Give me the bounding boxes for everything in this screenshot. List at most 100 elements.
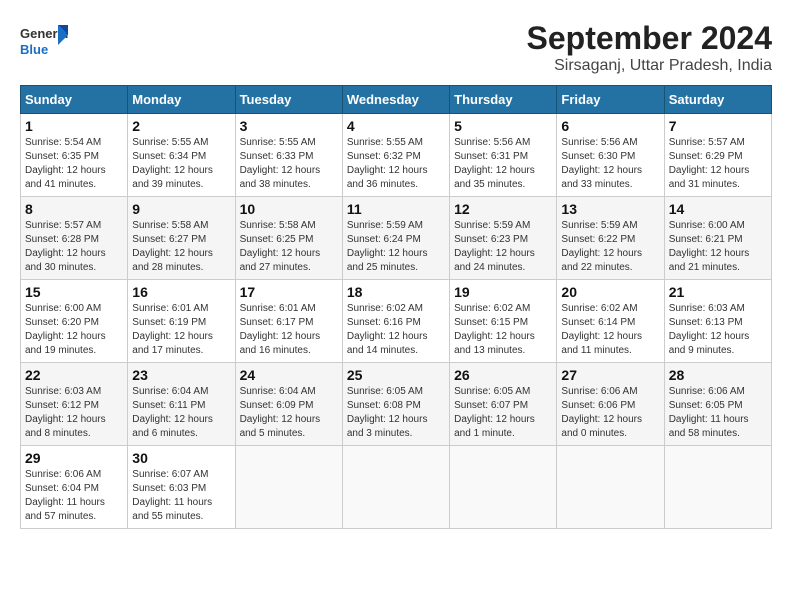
calendar-week-2: 8 Sunrise: 5:57 AMSunset: 6:28 PMDaylight… <box>21 197 772 280</box>
day-info: Sunrise: 6:03 AMSunset: 6:13 PMDaylight:… <box>669 302 767 358</box>
day-number: 22 <box>25 367 123 383</box>
calendar-cell: 29 Sunrise: 6:06 AMSunset: 6:04 PMDayligh… <box>21 446 128 529</box>
calendar-cell: 26Sunrise: 6:05 AMSunset: 6:07 PMDayligh… <box>450 363 557 446</box>
day-number: 1 <box>25 118 123 134</box>
calendar-week-1: 1 Sunrise: 5:54 AMSunset: 6:35 PMDaylight… <box>21 114 772 197</box>
day-info: Sunrise: 6:01 AMSunset: 6:17 PMDaylight:… <box>240 302 338 358</box>
day-number: 10 <box>240 201 338 217</box>
calendar-cell: 1 Sunrise: 5:54 AMSunset: 6:35 PMDaylight… <box>21 114 128 197</box>
day-info: Sunrise: 5:59 AMSunset: 6:23 PMDaylight:… <box>454 219 552 275</box>
day-info: Sunrise: 6:07 AMSunset: 6:03 PMDaylight:… <box>132 468 230 524</box>
col-header-wednesday: Wednesday <box>342 86 449 114</box>
day-number: 5 <box>454 118 552 134</box>
calendar-cell: 20 Sunrise: 6:02 AMSunset: 6:14 PMDayligh… <box>557 280 664 363</box>
day-number: 11 <box>347 201 445 217</box>
calendar-cell: 22Sunrise: 6:03 AMSunset: 6:12 PMDayligh… <box>21 363 128 446</box>
day-info: Sunrise: 6:02 AMSunset: 6:15 PMDaylight:… <box>454 302 552 358</box>
day-number: 14 <box>669 201 767 217</box>
day-info: Sunrise: 5:55 AMSunset: 6:33 PMDaylight:… <box>240 136 338 192</box>
day-number: 16 <box>132 284 230 300</box>
day-number: 21 <box>669 284 767 300</box>
day-info: Sunrise: 5:58 AMSunset: 6:27 PMDaylight:… <box>132 219 230 275</box>
day-info: Sunrise: 5:55 AMSunset: 6:34 PMDaylight:… <box>132 136 230 192</box>
day-info: Sunrise: 6:06 AMSunset: 6:06 PMDaylight:… <box>561 385 659 441</box>
day-info: Sunrise: 6:05 AMSunset: 6:08 PMDaylight:… <box>347 385 445 441</box>
day-number: 7 <box>669 118 767 134</box>
day-number: 20 <box>561 284 659 300</box>
day-number: 4 <box>347 118 445 134</box>
day-number: 28 <box>669 367 767 383</box>
day-number: 29 <box>25 450 123 466</box>
calendar-cell <box>235 446 342 529</box>
day-number: 30 <box>132 450 230 466</box>
calendar-cell <box>557 446 664 529</box>
calendar-cell: 9 Sunrise: 5:58 AMSunset: 6:27 PMDaylight… <box>128 197 235 280</box>
day-info: Sunrise: 5:59 AMSunset: 6:22 PMDaylight:… <box>561 219 659 275</box>
day-number: 13 <box>561 201 659 217</box>
calendar-cell: 17 Sunrise: 6:01 AMSunset: 6:17 PMDayligh… <box>235 280 342 363</box>
calendar-cell: 8 Sunrise: 5:57 AMSunset: 6:28 PMDaylight… <box>21 197 128 280</box>
calendar-cell: 16 Sunrise: 6:01 AMSunset: 6:19 PMDayligh… <box>128 280 235 363</box>
calendar-cell: 28 Sunrise: 6:06 AMSunset: 6:05 PMDayligh… <box>664 363 771 446</box>
calendar-cell <box>450 446 557 529</box>
day-number: 6 <box>561 118 659 134</box>
calendar-table: SundayMondayTuesdayWednesdayThursdayFrid… <box>20 85 772 529</box>
day-info: Sunrise: 5:55 AMSunset: 6:32 PMDaylight:… <box>347 136 445 192</box>
calendar-cell: 6 Sunrise: 5:56 AMSunset: 6:30 PMDaylight… <box>557 114 664 197</box>
calendar-header-row: SundayMondayTuesdayWednesdayThursdayFrid… <box>21 86 772 114</box>
col-header-saturday: Saturday <box>664 86 771 114</box>
day-info: Sunrise: 6:02 AMSunset: 6:14 PMDaylight:… <box>561 302 659 358</box>
day-number: 27 <box>561 367 659 383</box>
calendar-cell <box>664 446 771 529</box>
col-header-tuesday: Tuesday <box>235 86 342 114</box>
day-info: Sunrise: 5:57 AMSunset: 6:29 PMDaylight:… <box>669 136 767 192</box>
day-info: Sunrise: 5:54 AMSunset: 6:35 PMDaylight:… <box>25 136 123 192</box>
day-info: Sunrise: 6:01 AMSunset: 6:19 PMDaylight:… <box>132 302 230 358</box>
day-info: Sunrise: 6:05 AMSunset: 6:07 PMDaylight:… <box>454 385 552 441</box>
day-number: 9 <box>132 201 230 217</box>
col-header-friday: Friday <box>557 86 664 114</box>
day-info: Sunrise: 6:00 AMSunset: 6:21 PMDaylight:… <box>669 219 767 275</box>
day-info: Sunrise: 6:04 AMSunset: 6:11 PMDaylight:… <box>132 385 230 441</box>
calendar-cell: 27 Sunrise: 6:06 AMSunset: 6:06 PMDayligh… <box>557 363 664 446</box>
calendar-cell: 12Sunrise: 5:59 AMSunset: 6:23 PMDayligh… <box>450 197 557 280</box>
logo-icon: General Blue <box>20 20 70 60</box>
calendar-week-4: 22Sunrise: 6:03 AMSunset: 6:12 PMDayligh… <box>21 363 772 446</box>
day-info: Sunrise: 6:00 AMSunset: 6:20 PMDaylight:… <box>25 302 123 358</box>
col-header-monday: Monday <box>128 86 235 114</box>
calendar-cell: 19 Sunrise: 6:02 AMSunset: 6:15 PMDayligh… <box>450 280 557 363</box>
day-number: 19 <box>454 284 552 300</box>
title-area: September 2024 Sirsaganj, Uttar Pradesh,… <box>527 20 772 75</box>
day-number: 15 <box>25 284 123 300</box>
day-number: 25 <box>347 367 445 383</box>
calendar-cell: 14 Sunrise: 6:00 AMSunset: 6:21 PMDayligh… <box>664 197 771 280</box>
calendar-cell: 21 Sunrise: 6:03 AMSunset: 6:13 PMDayligh… <box>664 280 771 363</box>
calendar-cell: 25 Sunrise: 6:05 AMSunset: 6:08 PMDayligh… <box>342 363 449 446</box>
calendar-cell: 30 Sunrise: 6:07 AMSunset: 6:03 PMDayligh… <box>128 446 235 529</box>
svg-text:Blue: Blue <box>20 42 48 57</box>
day-number: 2 <box>132 118 230 134</box>
day-info: Sunrise: 5:57 AMSunset: 6:28 PMDaylight:… <box>25 219 123 275</box>
day-number: 18 <box>347 284 445 300</box>
calendar-cell: 2 Sunrise: 5:55 AMSunset: 6:34 PMDaylight… <box>128 114 235 197</box>
calendar-cell: 13 Sunrise: 5:59 AMSunset: 6:22 PMDayligh… <box>557 197 664 280</box>
day-info: Sunrise: 6:06 AMSunset: 6:05 PMDaylight:… <box>669 385 767 441</box>
day-number: 24 <box>240 367 338 383</box>
calendar-week-5: 29 Sunrise: 6:06 AMSunset: 6:04 PMDayligh… <box>21 446 772 529</box>
calendar-cell: 10 Sunrise: 5:58 AMSunset: 6:25 PMDayligh… <box>235 197 342 280</box>
calendar-cell: 23 Sunrise: 6:04 AMSunset: 6:11 PMDayligh… <box>128 363 235 446</box>
col-header-thursday: Thursday <box>450 86 557 114</box>
day-info: Sunrise: 5:58 AMSunset: 6:25 PMDaylight:… <box>240 219 338 275</box>
day-number: 17 <box>240 284 338 300</box>
calendar-cell: 5 Sunrise: 5:56 AMSunset: 6:31 PMDaylight… <box>450 114 557 197</box>
day-info: Sunrise: 6:04 AMSunset: 6:09 PMDaylight:… <box>240 385 338 441</box>
calendar-cell: 24 Sunrise: 6:04 AMSunset: 6:09 PMDayligh… <box>235 363 342 446</box>
day-number: 3 <box>240 118 338 134</box>
day-info: Sunrise: 5:56 AMSunset: 6:30 PMDaylight:… <box>561 136 659 192</box>
calendar-cell: 7 Sunrise: 5:57 AMSunset: 6:29 PMDaylight… <box>664 114 771 197</box>
day-number: 23 <box>132 367 230 383</box>
day-info: Sunrise: 5:59 AMSunset: 6:24 PMDaylight:… <box>347 219 445 275</box>
day-number: 8 <box>25 201 123 217</box>
day-info: Sunrise: 5:56 AMSunset: 6:31 PMDaylight:… <box>454 136 552 192</box>
day-info: Sunrise: 6:06 AMSunset: 6:04 PMDaylight:… <box>25 468 123 524</box>
